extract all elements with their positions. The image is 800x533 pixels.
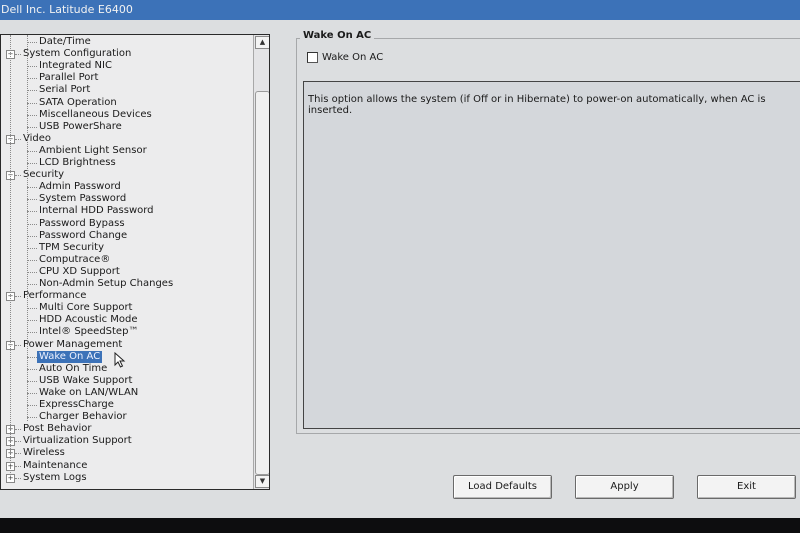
tree-item[interactable]: SATA Operation	[39, 97, 117, 109]
settings-tree[interactable]: Date/Time System Configuration − Integrated…	[0, 34, 270, 490]
tree-connector	[27, 332, 37, 334]
tree-item[interactable]: CPU XD Support	[39, 266, 120, 278]
tree-connector	[15, 175, 21, 177]
wake-on-ac-checkbox[interactable]	[307, 52, 318, 63]
tree-guide-line	[10, 35, 11, 475]
mouse-pointer-icon	[114, 352, 126, 368]
exit-button[interactable]: Exit	[697, 475, 796, 499]
tree-connector	[27, 163, 37, 164]
tree-item[interactable]: System Logs	[23, 472, 87, 484]
checkbox-label: Wake On AC	[322, 52, 384, 63]
tree-connector	[27, 417, 37, 419]
tree-connector	[27, 247, 37, 249]
setting-group-title: Wake On AC	[300, 30, 375, 41]
tree-item[interactable]: Wake on LAN/WLAN	[39, 387, 138, 399]
description-panel: This option allows the system (if Off or…	[303, 81, 800, 429]
tree-item[interactable]: HDD Acoustic Mode	[39, 314, 138, 326]
tree-connector	[27, 223, 37, 225]
tree-item[interactable]: Parallel Port	[39, 72, 98, 84]
tree-item[interactable]: Date/Time	[39, 36, 91, 48]
tree-connector	[27, 187, 37, 189]
tree-item[interactable]: Non-Admin Setup Changes	[39, 278, 173, 290]
tree-scrollbar[interactable]: ▲ ▼	[253, 35, 269, 489]
tree-connector	[27, 126, 37, 128]
tree-item[interactable]: Power Management	[23, 339, 122, 351]
tree-connector	[27, 42, 37, 43]
tree-connector	[27, 368, 37, 370]
tree-connector	[27, 150, 37, 152]
tree-connector	[27, 199, 37, 201]
scroll-down-arrow-icon[interactable]: ▼	[255, 475, 269, 488]
bios-screen: Dell Inc. Latitude E6400 Date/Time System…	[0, 0, 800, 518]
tree-connector	[27, 66, 37, 68]
tree-connector	[15, 477, 21, 479]
tree-item[interactable]: Wireless	[23, 447, 65, 459]
tree-item[interactable]: Performance	[23, 290, 86, 302]
tree-item[interactable]: Post Behavior	[23, 423, 92, 435]
tree-connector	[15, 296, 21, 298]
tree-item[interactable]: Security	[23, 169, 64, 181]
tree-item[interactable]: TPM Security	[39, 242, 104, 254]
tree-item[interactable]: Auto On Time	[39, 363, 107, 375]
tree-connector	[27, 392, 37, 394]
tree-item[interactable]: USB PowerShare	[39, 121, 122, 133]
tree-connector	[27, 235, 37, 237]
description-text: This option allows the system (if Off or…	[308, 94, 766, 116]
tree-connector	[27, 102, 37, 104]
tree-item[interactable]: Maintenance	[23, 460, 87, 472]
tree-connector	[27, 211, 37, 213]
tree-connector	[27, 271, 37, 273]
tree-item[interactable]: Computrace®	[39, 254, 110, 266]
tree-connector	[15, 441, 21, 443]
tree-connector	[15, 429, 21, 431]
tree-connector	[27, 380, 37, 382]
tree-connector	[27, 320, 37, 322]
load-defaults-button[interactable]: Load Defaults	[453, 475, 552, 499]
tree-item[interactable]: Intel® SpeedStep™	[39, 326, 138, 338]
tree-item[interactable]: Admin Password	[39, 181, 121, 193]
tree-item[interactable]: ExpressCharge	[39, 399, 114, 411]
tree-item[interactable]: Integrated NIC	[39, 60, 112, 72]
tree-connector	[27, 114, 37, 116]
tree-item[interactable]: USB Wake Support	[39, 375, 132, 387]
tree-item[interactable]: Virtualization Support	[23, 435, 132, 447]
tree-item[interactable]: Ambient Light Sensor	[39, 145, 147, 157]
tree-connector	[27, 284, 37, 285]
tree-connector	[15, 465, 21, 467]
tree-connector	[27, 90, 37, 92]
tree-connector	[27, 78, 37, 80]
tree-item[interactable]: Multi Core Support	[39, 302, 132, 314]
window-title: Dell Inc. Latitude E6400	[0, 0, 800, 20]
tree-connector	[27, 356, 37, 358]
scrollbar-thumb[interactable]	[255, 91, 269, 475]
apply-button[interactable]: Apply	[575, 475, 674, 499]
tree-item[interactable]: Password Bypass	[39, 218, 125, 230]
tree-item[interactable]: Password Change	[39, 230, 127, 242]
tree-item[interactable]: System Password	[39, 193, 126, 205]
tree-connector	[27, 405, 37, 406]
tree-connector	[15, 138, 21, 140]
tree-connector	[27, 308, 37, 310]
tree-connector	[15, 54, 21, 56]
tree-item[interactable]: Wake On AC	[37, 350, 103, 363]
tree-connector	[27, 259, 37, 261]
scroll-up-arrow-icon[interactable]: ▲	[255, 36, 269, 49]
tree-guide-line	[27, 35, 28, 421]
tree-item[interactable]: System Configuration	[23, 48, 131, 60]
tree-item[interactable]: LCD Brightness	[39, 157, 116, 169]
tree-connector	[15, 453, 21, 455]
tree-connector	[15, 344, 21, 346]
tree-item[interactable]: Serial Port	[39, 84, 90, 96]
tree-item[interactable]: Internal HDD Password	[39, 205, 154, 217]
tree-item[interactable]: Charger Behavior	[39, 411, 127, 423]
tree-item[interactable]: Miscellaneous Devices	[39, 109, 152, 121]
